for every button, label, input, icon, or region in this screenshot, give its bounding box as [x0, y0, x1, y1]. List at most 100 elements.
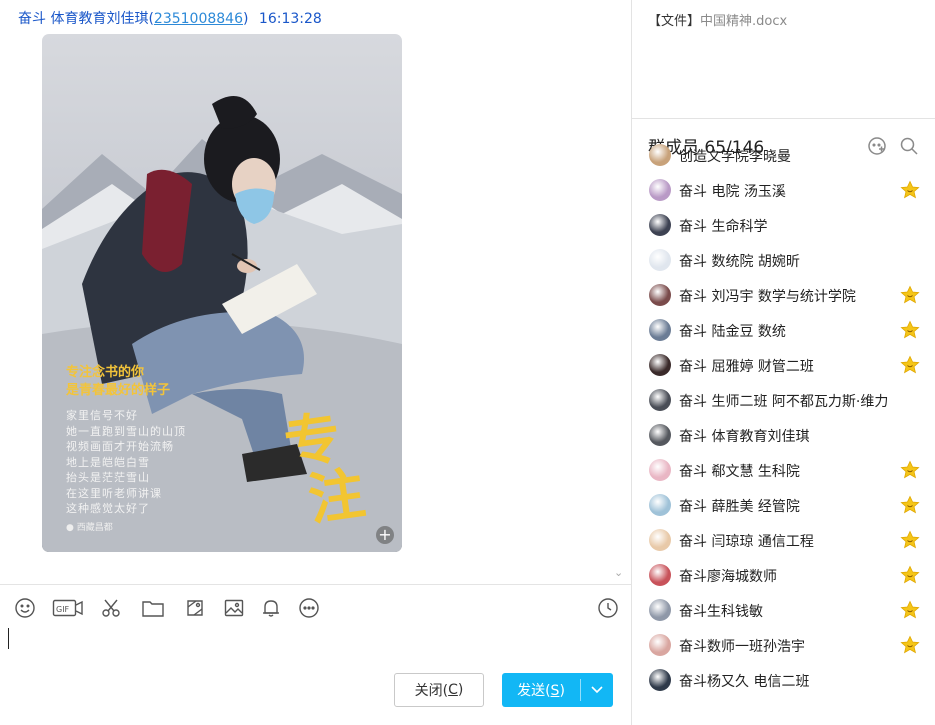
member-row[interactable]: 奋斗 刘冯宇 数学与统计学院: [632, 278, 935, 313]
member-name: 奋斗 刘冯宇 数学与统计学院: [679, 289, 856, 305]
member-row[interactable]: 奋斗 生命科学: [632, 208, 935, 243]
photo-headline-2: 是青春最好的样子: [66, 383, 171, 398]
member-name: 创造文学院李晓曼: [679, 149, 791, 165]
member-row[interactable]: 奋斗生科钱敏: [632, 593, 935, 628]
member-row[interactable]: 创造文学院李晓曼: [632, 138, 935, 173]
screenshot-icon[interactable]: [182, 595, 208, 621]
gif-icon[interactable]: GIF: [52, 595, 84, 621]
member-row[interactable]: 奋斗 郗文慧 生科院: [632, 453, 935, 488]
member-row[interactable]: 奋斗 薛胜美 经管院: [632, 488, 935, 523]
collapse-chevron-icon[interactable]: ⌄: [614, 566, 623, 579]
star-badge-icon: [900, 285, 920, 309]
star-badge-icon: [900, 355, 920, 379]
star-badge-icon: [900, 180, 920, 204]
member-row[interactable]: 奋斗 闫琼琼 通信工程: [632, 523, 935, 558]
avatar[interactable]: [649, 284, 671, 306]
member-name: 奋斗 闫琼琼 通信工程: [679, 534, 814, 550]
avatar[interactable]: [649, 389, 671, 411]
avatar[interactable]: [649, 459, 671, 481]
photo-location: ● 西藏昌都: [66, 520, 113, 533]
photo-poem: 专注念书的你 是青春最好的样子 家里信号不好 她一直跑到雪山的山顶 视频画面才开…: [66, 364, 186, 517]
member-name: 奋斗 薛胜美 经管院: [679, 499, 800, 515]
send-button-text: 发送(: [517, 683, 551, 699]
avatar[interactable]: [649, 529, 671, 551]
star-badge-icon: [900, 495, 920, 519]
avatar[interactable]: [649, 144, 671, 166]
member-name: 奋斗 陆金豆 数统: [679, 324, 786, 340]
folder-icon[interactable]: [140, 595, 166, 621]
file-name[interactable]: 中国精神.docx: [700, 14, 787, 29]
group-members-panel: 群成员 65/146 创造文学院李晓曼 奋斗 电院 汤玉溪 奋斗 生命科学 奋斗 数统…: [632, 119, 935, 725]
member-name: 奋斗生科钱敏: [679, 604, 763, 620]
member-row[interactable]: 奋斗 电院 汤玉溪: [632, 173, 935, 208]
member-row[interactable]: 奋斗 陆金豆 数统: [632, 313, 935, 348]
member-name: 奋斗数师一班孙浩宇: [679, 639, 805, 655]
scissors-icon[interactable]: [98, 595, 124, 621]
star-badge-icon: [900, 530, 920, 554]
photo-big-char-2: 注: [304, 460, 369, 534]
avatar[interactable]: [649, 634, 671, 656]
member-row[interactable]: 奋斗杨又久 电信二班: [632, 663, 935, 698]
sender-name[interactable]: 奋斗 体育教育刘佳琪: [18, 11, 148, 27]
member-name: 奋斗廖海城数师: [679, 569, 777, 585]
poem-line: 她一直跑到雪山的山顶: [66, 424, 186, 438]
member-name: 奋斗 生师二班 阿不都瓦力斯·维力: [679, 394, 889, 410]
message-time: 16:13:28: [258, 11, 322, 27]
sender-id-close: ): [243, 11, 249, 27]
message-input-caret[interactable]: [8, 628, 9, 649]
member-row[interactable]: 奋斗 体育教育刘佳琪: [632, 418, 935, 453]
group-files-panel: 【文件】中国精神.docx: [632, 0, 935, 118]
more-icon[interactable]: [296, 595, 322, 621]
send-button-label[interactable]: 发送(S): [502, 680, 580, 700]
zoom-in-icon[interactable]: +: [376, 526, 394, 544]
bell-icon[interactable]: [258, 595, 284, 621]
avatar[interactable]: [649, 319, 671, 341]
close-shortcut-key: C: [448, 682, 458, 698]
avatar[interactable]: [649, 494, 671, 516]
star-badge-icon: [900, 460, 920, 484]
member-name: 奋斗杨又久 电信二班: [679, 674, 810, 690]
member-row[interactable]: 奋斗 生师二班 阿不都瓦力斯·维力: [632, 383, 935, 418]
avatar[interactable]: [649, 669, 671, 691]
image-icon[interactable]: [221, 595, 247, 621]
poem-line: 在这里听老师讲课: [66, 486, 162, 500]
star-badge-icon: [900, 635, 920, 659]
close-button-end: ): [457, 682, 464, 698]
avatar[interactable]: [649, 599, 671, 621]
location-label: 西藏昌都: [76, 523, 113, 533]
gif-label: GIF: [56, 605, 70, 614]
star-badge-icon: [900, 600, 920, 624]
send-button[interactable]: 发送(S): [502, 673, 613, 707]
avatar[interactable]: [649, 179, 671, 201]
poem-line: 地上是皑皑白雪: [66, 455, 150, 469]
avatar[interactable]: [649, 354, 671, 376]
member-name: 奋斗 体育教育刘佳琪: [679, 429, 810, 445]
shared-photo[interactable]: 专注念书的你 是青春最好的样子 家里信号不好 她一直跑到雪山的山顶 视频画面才开…: [42, 34, 402, 552]
history-clock-icon[interactable]: [595, 595, 621, 621]
emoji-icon[interactable]: [12, 595, 38, 621]
member-name: 奋斗 屈雅婷 财管二班: [679, 359, 814, 375]
send-button-end: ): [559, 683, 565, 699]
member-row[interactable]: 奋斗 数统院 胡婉昕: [632, 243, 935, 278]
poem-line: 视频画面才开始流畅: [66, 440, 174, 453]
photo-headline-1: 专注念书的你: [66, 365, 145, 380]
star-badge-icon: [900, 320, 920, 344]
avatar[interactable]: [649, 424, 671, 446]
star-badge-icon: [900, 565, 920, 589]
location-pin-icon: ●: [66, 523, 74, 533]
member-row[interactable]: 奋斗廖海城数师: [632, 558, 935, 593]
poem-line: 这种感觉太好了: [66, 502, 150, 515]
member-row[interactable]: 奋斗数师一班孙浩宇: [632, 628, 935, 663]
file-item[interactable]: 【文件】中国精神.docx: [648, 10, 787, 29]
sender-id-link[interactable]: 2351008846: [154, 11, 243, 27]
member-row[interactable]: 奋斗 屈雅婷 财管二班: [632, 348, 935, 383]
chat-pane: 奋斗 体育教育刘佳琪(2351008846) 16:13:28 专注念书的你 是…: [0, 0, 631, 725]
member-name: 奋斗 生命科学: [679, 219, 768, 235]
send-options-chevron-icon[interactable]: [581, 686, 613, 694]
close-button[interactable]: 关闭(C): [394, 673, 484, 707]
avatar[interactable]: [649, 249, 671, 271]
member-name: 奋斗 数统院 胡婉昕: [679, 254, 800, 270]
input-toolbar: GIF: [12, 595, 622, 621]
avatar[interactable]: [649, 564, 671, 586]
avatar[interactable]: [649, 214, 671, 236]
